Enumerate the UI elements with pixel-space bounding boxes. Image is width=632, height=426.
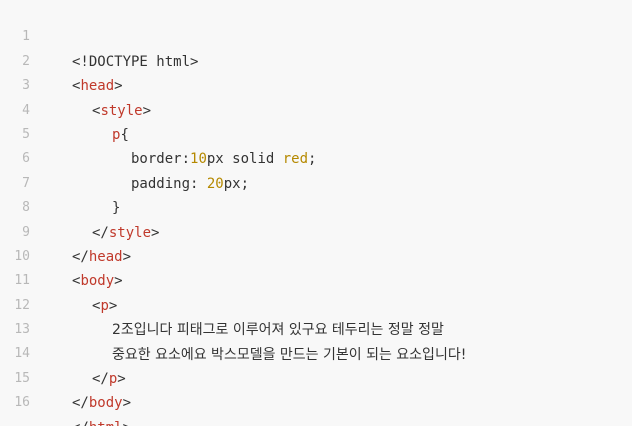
code-line: 6 padding: 20px;: [0, 123, 632, 191]
code-line: 4 p{: [0, 74, 632, 143]
bracket: >: [123, 420, 131, 426]
code-line: 12 2조입니다 피태그로 이루어져 있구요 테두리는 정말 정말: [0, 269, 632, 338]
code-line: 16 </html>: [0, 367, 632, 426]
code-line: 7 }: [0, 147, 632, 216]
code-line: 11 <p>: [0, 245, 632, 313]
code-line: 10 <body>: [0, 221, 632, 289]
code-line: 14 </p>: [0, 318, 632, 386]
bracket: </: [72, 395, 89, 412]
tag-name: html: [89, 420, 123, 426]
code-editor: 1 <!DOCTYPE html> 2 <head> 3 <style> 4 p…: [0, 0, 632, 426]
code-line: 3 <style>: [0, 50, 632, 118]
html-close-tag: </html>: [72, 416, 131, 426]
body-close-tag: </body>: [72, 391, 131, 415]
code-line: 9 </head>: [0, 196, 632, 265]
code-line: 15 </body>: [0, 342, 632, 411]
tag-name: body: [88, 395, 123, 412]
bracket: >: [122, 395, 132, 412]
bracket: </: [72, 420, 89, 426]
code-line: 2 <head>: [0, 25, 632, 94]
code-line: 8 </style>: [0, 172, 632, 240]
line-number: 16: [14, 395, 30, 411]
code-line: 13 중요한 요소에요 박스모델을 만드는 기본이 되는 요소입니다!: [0, 294, 632, 362]
code-line: 5 border:10px solid red;: [0, 99, 632, 167]
code-line: 1 <!DOCTYPE html>: [0, 1, 632, 69]
